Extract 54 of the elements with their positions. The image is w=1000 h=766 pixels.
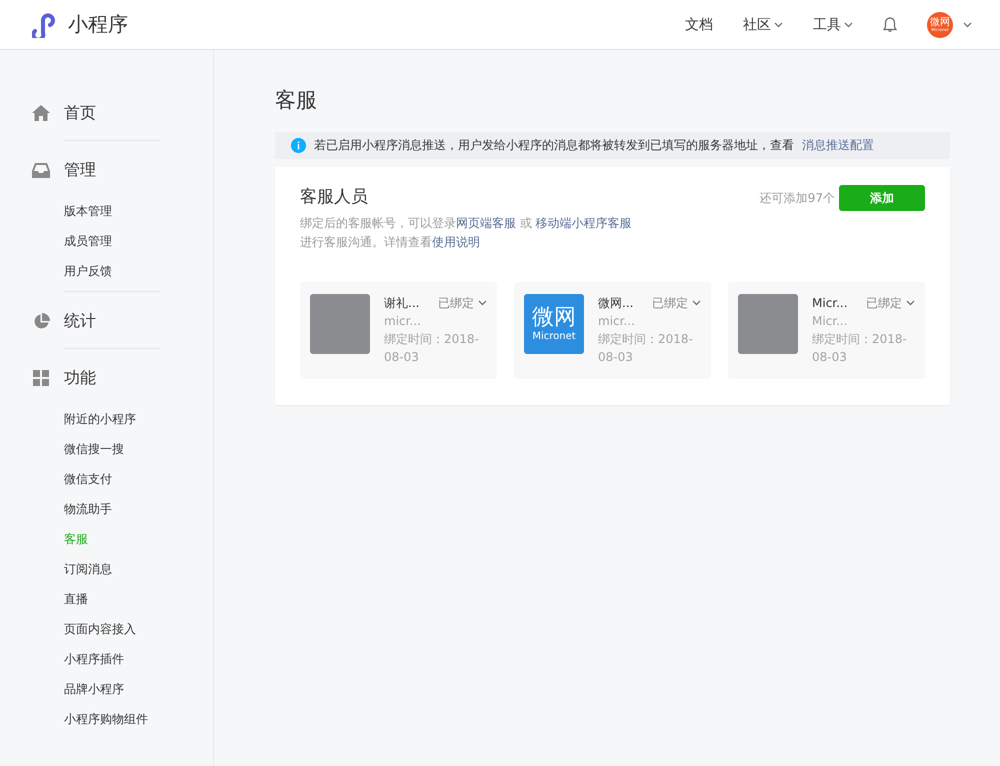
mobile-service-link[interactable]: 移动端小程序客服	[536, 216, 632, 230]
sidebar-item[interactable]: 页面内容接入	[32, 614, 213, 644]
notice-link[interactable]: 消息推送配置	[802, 137, 874, 154]
nav-link[interactable]: 工具	[813, 16, 853, 34]
sidebar-item[interactable]: 成员管理	[32, 226, 213, 256]
sidebar-item[interactable]: 附近的小程序	[32, 404, 213, 434]
caret-icon	[774, 22, 783, 28]
sidebar-item[interactable]: 品牌小程序	[32, 674, 213, 704]
staff-name: Micr...	[812, 295, 848, 312]
caret-icon	[478, 300, 487, 306]
page-title: 客服	[275, 87, 318, 114]
sidebar-item[interactable]: 微信搜一搜	[32, 434, 213, 464]
sidebar-section[interactable]: 统计	[64, 310, 96, 332]
staff-name: 微网...	[598, 295, 634, 312]
sidebar-item[interactable]: 物流助手	[32, 494, 213, 524]
web-service-link[interactable]: 网页端客服	[456, 216, 516, 230]
bell-icon[interactable]	[883, 16, 897, 32]
usage-link[interactable]: 使用说明	[432, 235, 480, 249]
sidebar-section[interactable]: 功能	[64, 368, 96, 388]
grid-icon	[33, 370, 49, 386]
sidebar-item[interactable]: 订阅消息	[32, 554, 213, 584]
nav-link[interactable]: 文档	[685, 16, 713, 34]
caret-icon	[906, 300, 915, 306]
sidebar-item[interactable]: 版本管理	[32, 196, 213, 226]
staff-account: micr...	[384, 313, 422, 330]
staff-account: Micr...	[812, 313, 849, 330]
photo-placeholder	[310, 294, 370, 354]
sidebar-section[interactable]: 管理	[64, 160, 96, 180]
nav-link[interactable]: 社区	[743, 16, 783, 34]
inbox-icon	[32, 162, 50, 178]
logo-avatar: 微网 Micronet	[524, 294, 584, 354]
panel-description: 绑定后的客服帐号，可以登录网页端客服 或 移动端小程序客服 进行客服沟通。详情查看使用说明	[300, 215, 633, 251]
bind-time: 绑定时间：2018-08-03	[384, 331, 480, 366]
staff-account: micr...	[598, 313, 636, 330]
panel-title: 客服人员	[300, 186, 369, 208]
caret-icon	[963, 22, 972, 28]
pie-chart-icon	[32, 312, 50, 330]
notice-text: 若已启用小程序消息推送，用户发给小程序的消息都将被转发到已填写的服务器地址，查看	[314, 137, 794, 154]
staff-name: 谢礼...	[384, 295, 420, 312]
sidebar-item[interactable]: 小程序插件	[32, 644, 213, 674]
logo-text: 小程序	[68, 11, 128, 38]
caret-icon	[692, 300, 701, 306]
sidebar-item[interactable]: 小程序购物组件	[32, 704, 213, 734]
sidebar-item[interactable]: 用户反馈	[32, 256, 213, 286]
sidebar-item[interactable]: 微信支付	[32, 464, 213, 494]
info-icon	[291, 138, 306, 153]
sidebar-item[interactable]: 直播	[32, 584, 213, 614]
home-icon	[32, 105, 50, 121]
photo-placeholder	[738, 294, 798, 354]
sidebar-section[interactable]: 首页	[64, 102, 96, 124]
remaining-count: 还可添加97个	[760, 190, 835, 206]
bind-time: 绑定时间：2018-08-03	[598, 331, 694, 366]
bind-time: 绑定时间：2018-08-03	[812, 331, 908, 366]
caret-icon	[844, 22, 853, 28]
